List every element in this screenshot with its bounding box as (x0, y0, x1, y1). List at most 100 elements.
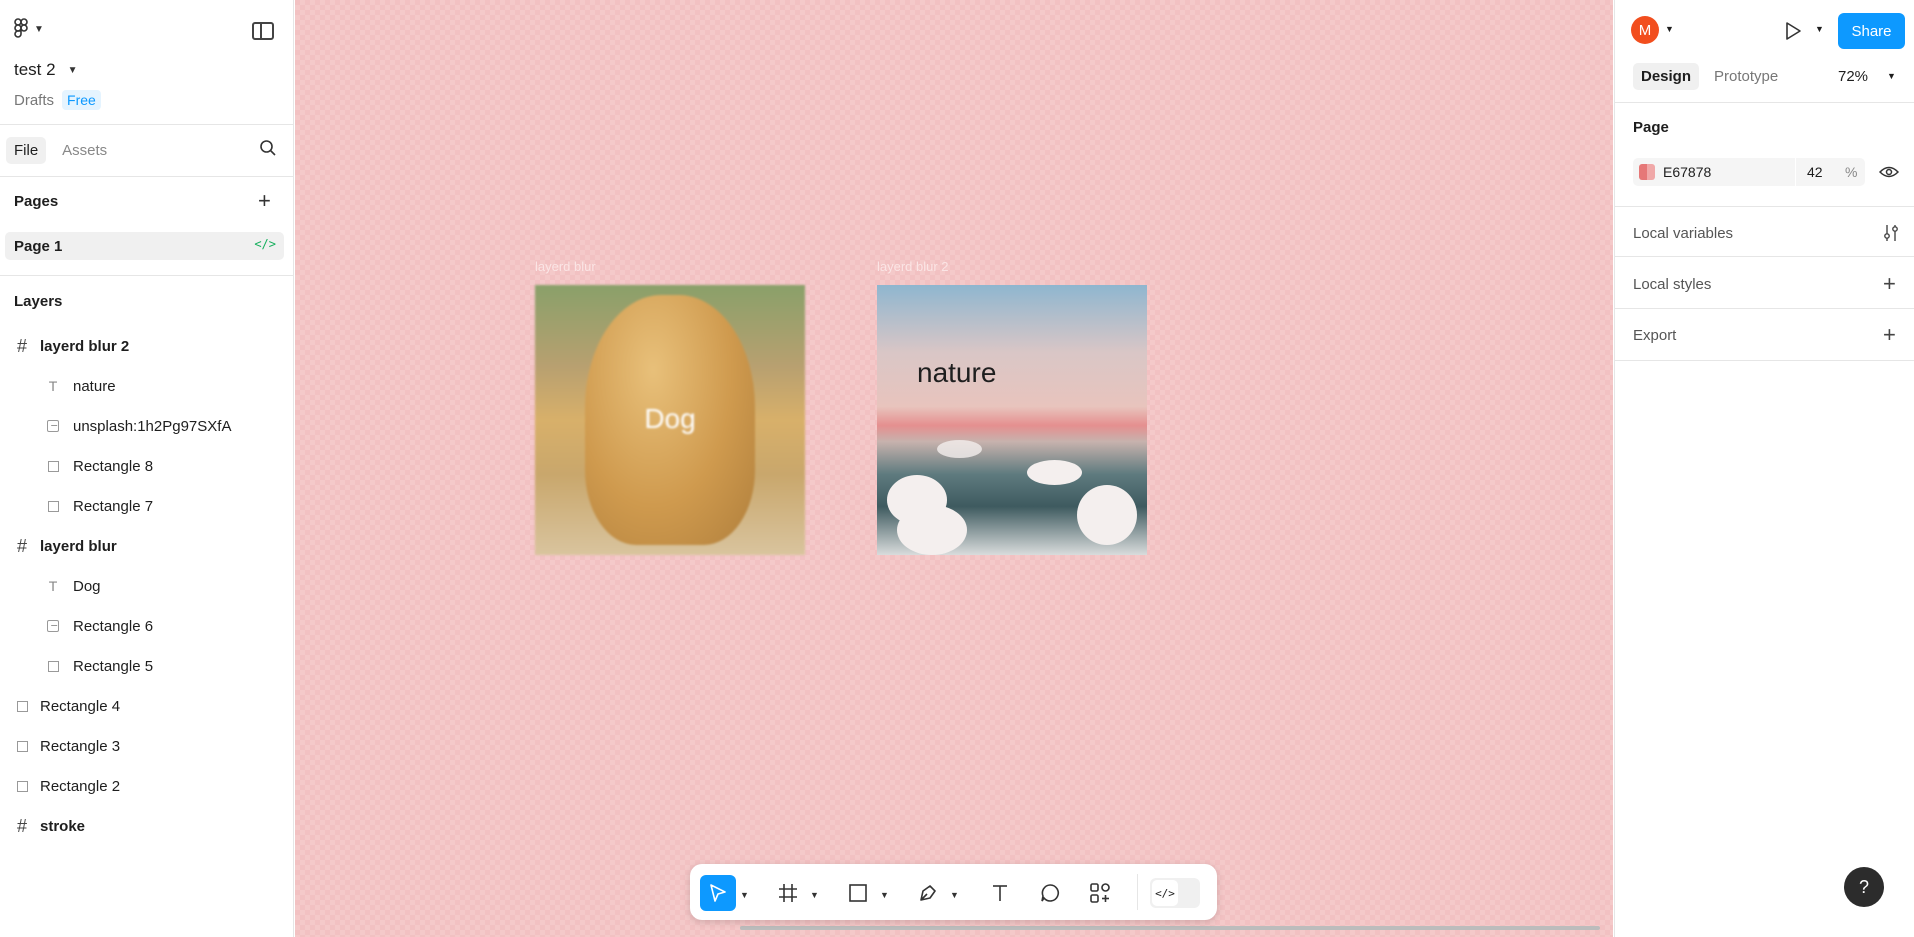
left-panel: ▼ test 2 ▼ Drafts Free File Assets Pages… (0, 0, 294, 937)
layer-item[interactable]: Rectangle 4 (10, 694, 120, 718)
color-swatch[interactable] (1639, 164, 1655, 180)
eye-icon[interactable] (1879, 164, 1899, 180)
chevron-down-icon: ▼ (34, 23, 44, 35)
rectangle-icon (849, 884, 867, 902)
components-icon (1090, 883, 1110, 903)
pen-tool-button[interactable] (910, 875, 946, 911)
divider (0, 124, 294, 125)
comment-tool-button[interactable] (1032, 875, 1068, 911)
file-location: Drafts Free (14, 90, 101, 110)
pen-icon (920, 885, 936, 901)
frame-label[interactable]: layerd blur (535, 259, 596, 274)
chevron-down-icon: ▼ (67, 64, 78, 76)
layer-item[interactable]: unsplash:1h2Pg97SXfA (41, 414, 231, 438)
tab-design[interactable]: Design (1633, 63, 1700, 90)
fill-opacity-input[interactable]: 42 (1807, 164, 1823, 180)
layer-item[interactable]: Rectangle 2 (10, 774, 120, 798)
variables-icon[interactable] (1883, 224, 1899, 242)
divider (1795, 158, 1796, 186)
local-variables-label[interactable]: Local variables (1633, 225, 1733, 242)
main-menu-button[interactable]: ▼ (14, 18, 44, 40)
rectangle-tool-button[interactable] (840, 875, 876, 911)
text-icon: T (48, 578, 58, 594)
cursor-icon (710, 884, 726, 902)
zoom-level[interactable]: 72% (1838, 68, 1868, 85)
frame-tool-button[interactable] (770, 875, 806, 911)
search-icon[interactable] (259, 139, 277, 157)
chevron-down-icon[interactable]: ▼ (740, 890, 749, 900)
export-label[interactable]: Export (1633, 327, 1676, 344)
chevron-down-icon[interactable]: ▼ (810, 890, 819, 900)
divider (1615, 360, 1914, 361)
layer-label: nature (73, 377, 116, 395)
add-export-icon[interactable]: + (1883, 322, 1896, 348)
layer-label: Rectangle 6 (73, 617, 154, 635)
drafts-link[interactable]: Drafts (14, 92, 54, 109)
page-item-page-1[interactable]: Page 1 </> (5, 232, 284, 260)
chevron-down-icon[interactable]: ▼ (1887, 71, 1896, 81)
image-icon (41, 420, 65, 432)
frame-icon: # (16, 335, 27, 356)
frame-label[interactable]: layerd blur 2 (877, 259, 949, 274)
file-name: test 2 (14, 60, 56, 79)
bottom-toolbar: ▼ ▼ ▼ ▼ </> (690, 864, 1217, 920)
page-item-label: Page 1 (14, 238, 63, 255)
layer-item[interactable]: Rectangle 5 (41, 654, 153, 678)
page-fill-row[interactable]: E67878 42 % (1633, 158, 1865, 186)
fill-hex-input[interactable]: E67878 (1663, 164, 1711, 180)
tab-prototype[interactable]: Prototype (1706, 63, 1786, 90)
toggle-sidebar-icon[interactable] (252, 22, 274, 40)
chevron-down-icon[interactable]: ▼ (1815, 24, 1824, 34)
horizontal-scrollbar[interactable] (740, 926, 1600, 930)
tab-file[interactable]: File (6, 137, 47, 164)
layer-item[interactable]: Rectangle 3 (10, 734, 120, 758)
frame-layerd-blur-2[interactable]: nature (877, 285, 1147, 555)
frame-icon: # (16, 535, 27, 556)
add-page-icon[interactable]: + (258, 190, 271, 212)
layer-item[interactable]: # stroke (10, 814, 85, 838)
actions-button[interactable] (1082, 875, 1118, 911)
layer-label: Rectangle 8 (73, 457, 154, 475)
tab-assets[interactable]: Assets (54, 137, 115, 164)
text-icon: T (48, 378, 58, 394)
cloud-shape (1027, 460, 1082, 485)
local-styles-label[interactable]: Local styles (1633, 276, 1711, 293)
text-tool-button[interactable] (982, 875, 1018, 911)
layer-label: Rectangle 7 (73, 497, 154, 515)
share-button[interactable]: Share (1838, 13, 1905, 49)
plan-badge[interactable]: Free (62, 90, 101, 110)
dev-mode-toggle[interactable]: </> (1150, 878, 1200, 908)
layer-item[interactable]: T Dog (41, 574, 101, 598)
frame-text[interactable]: Dog (535, 403, 805, 435)
avatar[interactable]: M (1631, 16, 1659, 44)
frame-text[interactable]: nature (917, 357, 996, 389)
layers-header: Layers (14, 293, 63, 310)
divider (1615, 256, 1914, 257)
divider (0, 176, 294, 177)
layer-item[interactable]: Rectangle 7 (41, 494, 153, 518)
move-tool-button[interactable] (700, 875, 736, 911)
play-icon[interactable] (1783, 20, 1803, 42)
layer-item[interactable]: Rectangle 8 (41, 454, 153, 478)
add-style-icon[interactable]: + (1883, 271, 1896, 297)
frame-layerd-blur[interactable]: Dog (535, 285, 805, 555)
frame-icon (779, 884, 797, 902)
file-title[interactable]: test 2 ▼ (14, 60, 78, 80)
layer-label: Dog (73, 577, 101, 595)
canvas[interactable]: layerd blur Dog layerd blur 2 nature (295, 0, 1613, 937)
layer-label: Rectangle 5 (73, 657, 154, 675)
help-button[interactable]: ? (1844, 867, 1884, 907)
frame-icon: # (16, 815, 27, 836)
chevron-down-icon[interactable]: ▼ (880, 890, 889, 900)
chevron-down-icon[interactable]: ▼ (950, 890, 959, 900)
layer-item[interactable]: T nature (41, 374, 116, 398)
layer-item[interactable]: # layerd blur (10, 534, 117, 558)
layer-item[interactable]: Rectangle 6 (41, 614, 153, 638)
divider (0, 275, 294, 276)
right-panel: M ▼ ▼ Share Design Prototype 72% ▼ Page … (1614, 0, 1914, 937)
layer-item[interactable]: # layerd blur 2 (10, 334, 129, 358)
divider (1615, 308, 1914, 309)
divider (1615, 102, 1914, 103)
layer-label: Rectangle 2 (40, 777, 121, 795)
chevron-down-icon[interactable]: ▼ (1665, 24, 1674, 34)
